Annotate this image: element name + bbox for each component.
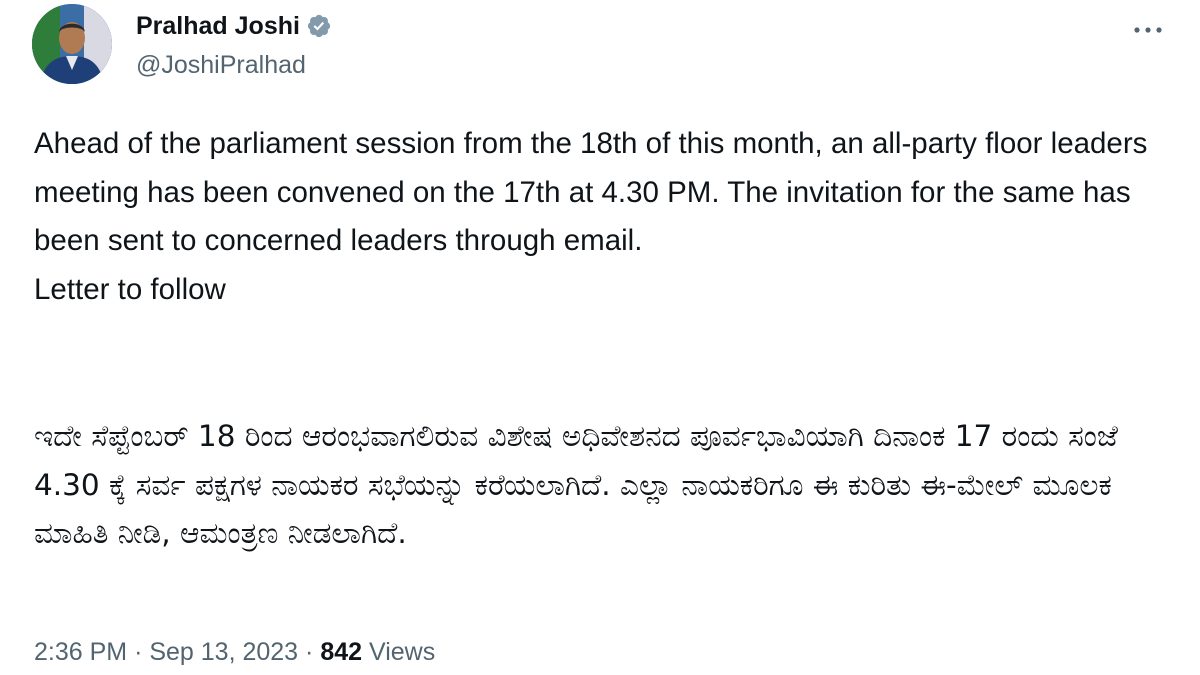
views-label: Views	[369, 638, 436, 666]
tweet: Pralhad Joshi @JoshiPralhad Ahead of the…	[0, 0, 1200, 675]
views-count: 842	[320, 638, 363, 666]
author-handle[interactable]: @JoshiPralhad	[136, 51, 332, 80]
display-name-row: Pralhad Joshi	[136, 8, 332, 44]
meta-separator: ·	[134, 638, 143, 666]
tweet-header: Pralhad Joshi @JoshiPralhad	[32, 4, 1172, 86]
verified-badge-icon[interactable]	[306, 13, 332, 39]
tweet-time[interactable]: 2:36 PM	[34, 638, 127, 666]
more-options-icon[interactable]	[1128, 18, 1168, 42]
author-names: Pralhad Joshi @JoshiPralhad	[136, 8, 332, 80]
tweet-followup-line: Letter to follow	[34, 272, 226, 306]
tweet-text-english: Ahead of the parliament session from the…	[34, 120, 1174, 314]
meta-separator: ·	[305, 638, 314, 666]
tweet-paragraph-english: Ahead of the parliament session from the…	[34, 127, 1148, 257]
display-name[interactable]: Pralhad Joshi	[136, 12, 300, 41]
tweet-paragraph-kannada: ಇದೇ ಸೆಪ್ಟೆಂಬರ್ 18 ರಿಂದ ಆರಂಭವಾಗಲಿರುವ ವಿಶೇ…	[34, 419, 1118, 550]
avatar-image	[32, 4, 112, 84]
tweet-metadata: 2:36 PM · Sep 13, 2023 · 842 Views	[34, 638, 435, 667]
avatar[interactable]	[32, 4, 112, 84]
tweet-date[interactable]: Sep 13, 2023	[149, 638, 298, 666]
tweet-text-kannada: ಇದೇ ಸೆಪ್ಟೆಂಬರ್ 18 ರಿಂದ ಆರಂಭವಾಗಲಿರುವ ವಿಶೇ…	[34, 412, 1174, 558]
